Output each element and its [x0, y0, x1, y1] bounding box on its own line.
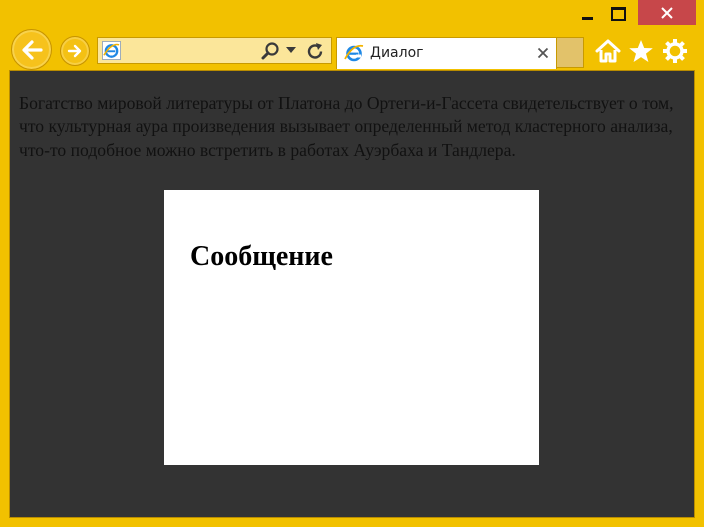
- tab-dialog[interactable]: Диалог: [336, 37, 557, 69]
- internet-explorer-icon: [102, 41, 121, 60]
- close-icon: [661, 6, 673, 19]
- settings-button[interactable]: [661, 37, 689, 65]
- title-bar: [0, 0, 704, 28]
- navigation-bar: Диалог: [0, 28, 704, 70]
- page-content: Богатство мировой литературы от Платона …: [9, 70, 695, 518]
- back-arrow-icon: [21, 39, 43, 60]
- forward-arrow-icon: [67, 44, 82, 58]
- close-icon[interactable]: [537, 47, 549, 59]
- forward-button[interactable]: [60, 36, 90, 66]
- refresh-icon[interactable]: [305, 41, 326, 62]
- address-bar[interactable]: [97, 37, 332, 64]
- minimize-icon: [582, 17, 593, 20]
- favorites-button[interactable]: [627, 37, 655, 65]
- home-button[interactable]: [594, 37, 622, 65]
- tab-label: Диалог: [370, 45, 424, 61]
- dialog-title: Сообщение: [190, 241, 333, 272]
- maximize-button[interactable]: [603, 0, 634, 27]
- minimize-button[interactable]: [574, 0, 601, 27]
- star-icon: [629, 39, 653, 62]
- gear-icon: [663, 39, 687, 63]
- internet-explorer-icon: [344, 44, 364, 62]
- message-dialog: Сообщение: [164, 190, 539, 465]
- search-icon[interactable]: [260, 41, 280, 61]
- new-tab-button[interactable]: [557, 37, 584, 68]
- close-window-button[interactable]: [638, 0, 696, 25]
- body-text: Богатство мировой литературы от Платона …: [19, 93, 674, 160]
- home-icon: [595, 39, 621, 63]
- maximize-icon: [611, 6, 626, 21]
- back-button[interactable]: [11, 29, 52, 70]
- chevron-down-icon[interactable]: [286, 46, 296, 54]
